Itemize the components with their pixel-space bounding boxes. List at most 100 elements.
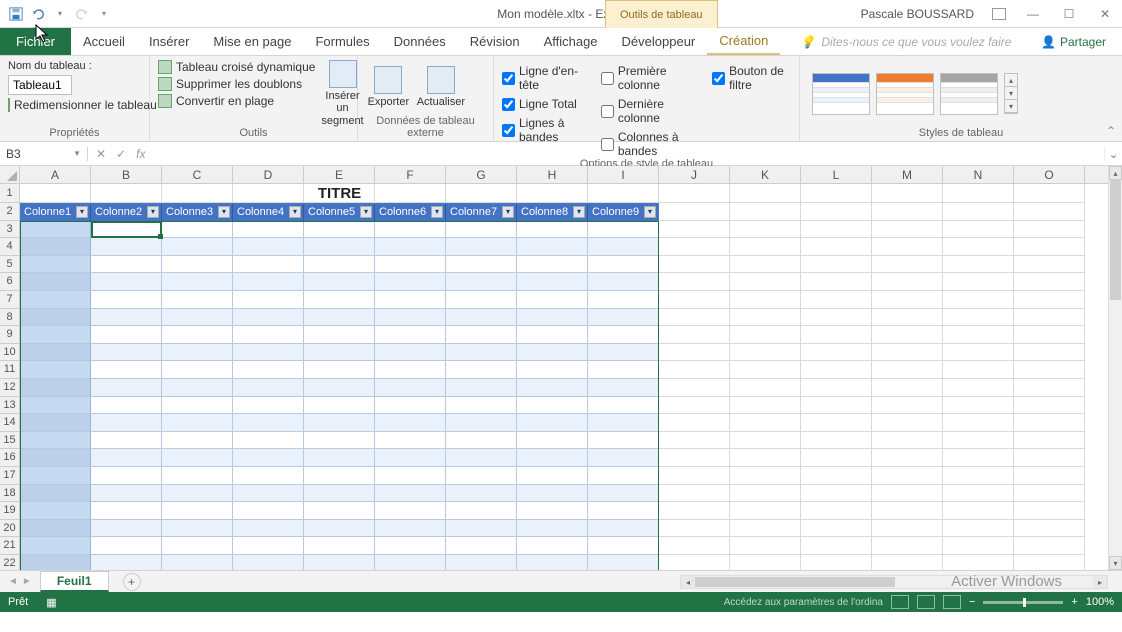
col-header-H[interactable]: H	[517, 166, 588, 183]
table-cell[interactable]	[162, 221, 233, 239]
save-icon[interactable]	[8, 6, 24, 22]
cell[interactable]	[872, 273, 943, 291]
table-cell[interactable]	[20, 414, 91, 432]
fx-icon[interactable]: fx	[136, 147, 145, 161]
table-cell[interactable]	[304, 379, 375, 397]
table-style-3[interactable]	[940, 73, 998, 115]
vscroll-down[interactable]: ▾	[1109, 556, 1122, 570]
cell[interactable]	[659, 361, 730, 379]
table-cell[interactable]	[233, 432, 304, 450]
cell[interactable]	[659, 397, 730, 415]
row-header-20[interactable]: 20	[0, 520, 19, 538]
chk-last-col[interactable]: Dernière colonne	[601, 97, 698, 125]
table-cell[interactable]	[588, 520, 659, 538]
cell[interactable]	[801, 397, 872, 415]
cell[interactable]	[872, 537, 943, 555]
cell[interactable]	[801, 309, 872, 327]
col-header-J[interactable]: J	[659, 166, 730, 183]
cell[interactable]	[659, 256, 730, 274]
row-header-6[interactable]: 6	[0, 273, 19, 291]
cell[interactable]	[943, 467, 1014, 485]
table-cell[interactable]	[517, 520, 588, 538]
cell[interactable]	[801, 291, 872, 309]
table-cell[interactable]	[446, 397, 517, 415]
table-cell[interactable]	[233, 537, 304, 555]
tab-insert[interactable]: Insérer	[137, 28, 201, 55]
table-header-6[interactable]: Colonne6▾	[375, 203, 446, 221]
cell[interactable]	[730, 344, 801, 362]
filter-dropdown-icon[interactable]: ▾	[76, 206, 88, 218]
cell[interactable]	[943, 397, 1014, 415]
table-cell[interactable]	[517, 361, 588, 379]
chk-total-row[interactable]: Ligne Total	[502, 97, 587, 111]
cell[interactable]	[872, 555, 943, 570]
filter-dropdown-icon[interactable]: ▾	[289, 206, 301, 218]
col-header-B[interactable]: B	[91, 166, 162, 183]
view-normal-icon[interactable]	[891, 595, 909, 609]
filter-dropdown-icon[interactable]: ▾	[360, 206, 372, 218]
table-cell[interactable]	[162, 485, 233, 503]
ribbon-display-icon[interactable]	[992, 8, 1006, 20]
table-cell[interactable]	[304, 485, 375, 503]
table-cell[interactable]	[20, 221, 91, 239]
convert-range-button[interactable]: Convertir en plage	[158, 94, 315, 108]
table-cell[interactable]	[20, 344, 91, 362]
filter-dropdown-icon[interactable]: ▾	[147, 206, 159, 218]
row-header-22[interactable]: 22	[0, 555, 19, 570]
cell[interactable]	[872, 326, 943, 344]
cell[interactable]	[943, 238, 1014, 256]
tell-me-input[interactable]: 💡 Dites-nous ce que vous voulez faire	[780, 28, 1041, 55]
zoom-slider[interactable]	[983, 601, 1063, 604]
minimize-button[interactable]: —	[1024, 5, 1042, 23]
row-header-3[interactable]: 3	[0, 221, 19, 239]
table-cell[interactable]	[446, 537, 517, 555]
cell[interactable]	[943, 520, 1014, 538]
table-cell[interactable]	[588, 555, 659, 570]
cell[interactable]	[801, 184, 872, 203]
tab-review[interactable]: Révision	[458, 28, 532, 55]
table-cell[interactable]	[20, 467, 91, 485]
table-cell[interactable]	[233, 326, 304, 344]
cell[interactable]	[801, 449, 872, 467]
cell[interactable]	[659, 273, 730, 291]
table-cell[interactable]	[375, 221, 446, 239]
cell[interactable]	[801, 326, 872, 344]
table-cell[interactable]	[162, 361, 233, 379]
table-cell[interactable]	[517, 485, 588, 503]
table-cell[interactable]	[233, 273, 304, 291]
table-cell[interactable]	[162, 414, 233, 432]
table-cell[interactable]	[517, 221, 588, 239]
table-cell[interactable]	[588, 309, 659, 327]
table-cell[interactable]	[517, 326, 588, 344]
table-cell[interactable]	[588, 291, 659, 309]
row-header-12[interactable]: 12	[0, 379, 19, 397]
enter-formula-icon[interactable]: ✓	[116, 147, 126, 161]
table-cell[interactable]	[446, 485, 517, 503]
cell[interactable]	[801, 238, 872, 256]
table-cell[interactable]	[517, 397, 588, 415]
cell[interactable]	[943, 203, 1014, 221]
cell[interactable]	[1014, 555, 1085, 570]
cell[interactable]	[1014, 537, 1085, 555]
add-sheet-button[interactable]: +	[123, 573, 141, 591]
table-cell[interactable]	[375, 485, 446, 503]
table-cell[interactable]	[517, 555, 588, 570]
filter-dropdown-icon[interactable]: ▾	[573, 206, 585, 218]
col-header-K[interactable]: K	[730, 166, 801, 183]
tab-formulas[interactable]: Formules	[303, 28, 381, 55]
cell[interactable]	[659, 537, 730, 555]
cell[interactable]	[801, 520, 872, 538]
filter-dropdown-icon[interactable]: ▾	[218, 206, 230, 218]
table-cell[interactable]	[375, 326, 446, 344]
user-name[interactable]: Pascale BOUSSARD	[861, 7, 974, 21]
table-header-8[interactable]: Colonne8▾	[517, 203, 588, 221]
table-cell[interactable]	[375, 397, 446, 415]
table-cell[interactable]	[20, 291, 91, 309]
table-cell[interactable]	[20, 256, 91, 274]
cell[interactable]	[659, 309, 730, 327]
table-cell[interactable]	[162, 502, 233, 520]
tab-view[interactable]: Affichage	[532, 28, 610, 55]
table-cell[interactable]	[446, 432, 517, 450]
table-cell[interactable]	[162, 238, 233, 256]
table-cell[interactable]	[91, 414, 162, 432]
